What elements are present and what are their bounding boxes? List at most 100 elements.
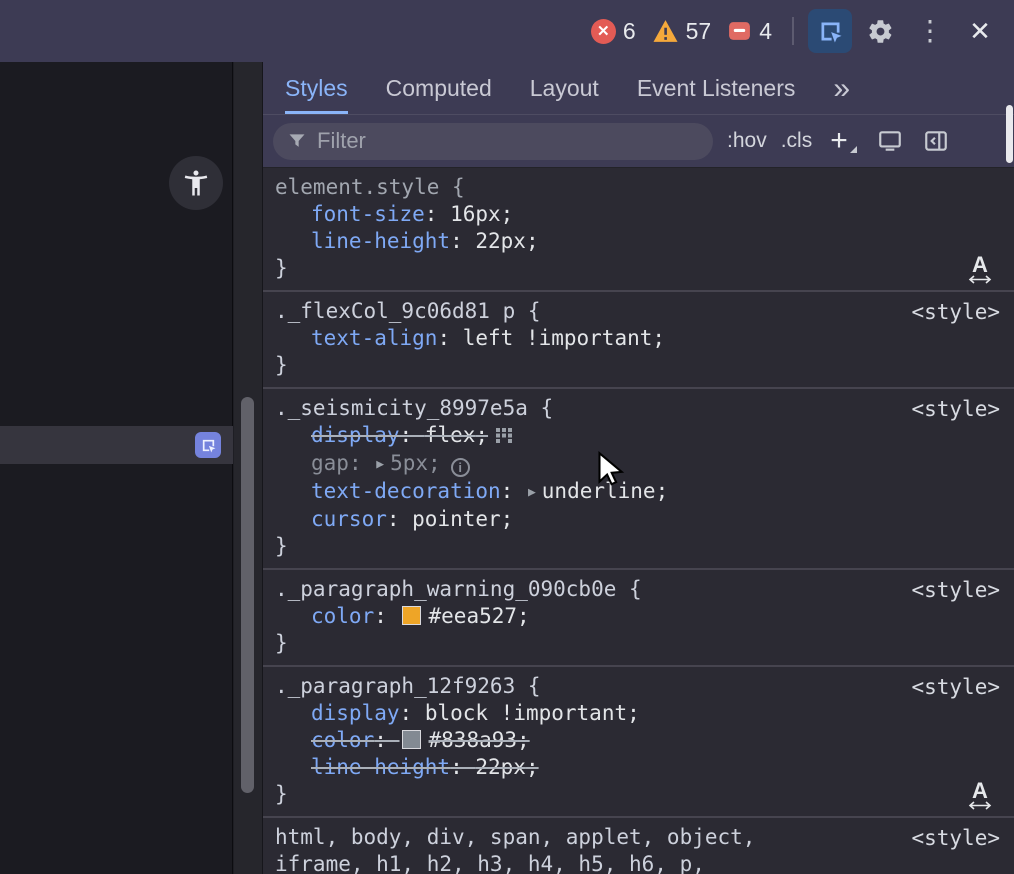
css-rules-list: element.style { font-size: 16px; line-he… [263, 168, 1014, 874]
rule-selector[interactable]: iframe, h1, h2, h3, h4, h5, h6, p, [275, 851, 1002, 874]
css-declaration[interactable]: font-size: 16px; [275, 201, 1002, 228]
css-declaration[interactable]: text-align: left !important; [275, 325, 1002, 352]
rule-source-link[interactable]: <style> [911, 299, 1000, 326]
font-editor-button[interactable]: A [968, 255, 992, 284]
accessibility-icon [181, 168, 211, 198]
inspect-element-button[interactable] [808, 9, 852, 53]
css-declaration[interactable]: color: #eea527; [275, 603, 1002, 630]
font-editor-icon: A [972, 255, 988, 275]
property-value: block !important [425, 701, 627, 725]
rendering-emulation-button[interactable] [877, 128, 903, 154]
sidebar-toggle-button[interactable] [923, 128, 949, 154]
closing-brace: } [275, 352, 1002, 379]
font-editor-button[interactable]: A [968, 781, 992, 810]
property-value: flex [425, 423, 476, 447]
property-value: 5px [390, 451, 428, 475]
toggle-element-state-button[interactable]: :hov [727, 129, 767, 153]
style-rule-seismicity: ._seismicity_8997e5a { <style> display: … [263, 389, 1014, 570]
more-tabs-chevron-icon[interactable]: » [833, 62, 850, 114]
rule-selector[interactable]: element.style { [275, 174, 1002, 201]
plus-icon: + [830, 126, 848, 156]
filter-box[interactable] [273, 123, 713, 160]
property-name: color [311, 728, 374, 752]
sidebar-tabbar: Styles Computed Layout Event Listeners » [263, 62, 1014, 114]
property-value: #838a93 [429, 728, 518, 752]
styles-pane: Styles Computed Layout Event Listeners »… [262, 62, 1014, 874]
rule-source-link[interactable]: <style> [911, 396, 1000, 423]
color-swatch[interactable] [402, 606, 421, 625]
property-value: left !important [463, 326, 653, 350]
warning-count: 57 [686, 18, 712, 45]
highlighted-element-row[interactable] [0, 426, 233, 464]
new-style-rule-button[interactable]: + [830, 126, 857, 156]
property-name: gap [311, 451, 349, 475]
expand-arrow-icon[interactable]: ▶ [376, 457, 384, 472]
css-declaration[interactable]: display: block !important; [275, 700, 1002, 727]
property-name: font-size [311, 202, 425, 226]
css-declaration-overridden[interactable]: display: flex; [275, 422, 1002, 450]
element-classes-button[interactable]: .cls [781, 129, 813, 153]
settings-button[interactable] [858, 9, 902, 53]
tab-event-listeners[interactable]: Event Listeners [637, 62, 796, 114]
color-swatch[interactable] [402, 730, 421, 749]
inspect-element-icon [817, 18, 844, 45]
font-editor-icon: A [972, 781, 988, 801]
styles-scrollbar-thumb[interactable] [1006, 105, 1013, 163]
issues-badge[interactable]: 4 [727, 18, 772, 45]
warning-badge[interactable]: 57 [652, 18, 712, 45]
property-value: pointer [412, 507, 501, 531]
style-rule-element-style: element.style { font-size: 16px; line-he… [263, 168, 1014, 292]
css-declaration[interactable]: cursor: pointer; [275, 506, 1002, 533]
flex-editor-icon[interactable] [496, 424, 516, 448]
property-name: cursor [311, 507, 387, 531]
rule-selector[interactable]: ._seismicity_8997e5a { [275, 395, 1002, 422]
css-declaration[interactable]: text-decoration: ▶underline; [275, 478, 1002, 506]
closing-brace: } [275, 781, 1002, 808]
more-menu-button[interactable]: ⋮ [908, 9, 952, 53]
rule-selector[interactable]: ._paragraph_12f9263 { [275, 673, 1002, 700]
tab-layout[interactable]: Layout [530, 62, 599, 114]
warning-icon [652, 19, 679, 43]
close-icon: ✕ [969, 16, 991, 47]
property-name: display [311, 423, 400, 447]
css-declaration-inactive[interactable]: gap: ▶5px;i [275, 450, 1002, 478]
rule-selector[interactable]: html, body, div, span, applet, object, [275, 824, 1002, 851]
property-name: text-align [311, 326, 437, 350]
property-name: line-height [311, 229, 450, 253]
filter-input[interactable] [317, 128, 699, 154]
new-rule-options-icon [850, 146, 857, 153]
css-declaration-overridden[interactable]: line-height: 22px; [275, 754, 1002, 781]
tab-styles[interactable]: Styles [285, 62, 348, 114]
rule-source-link[interactable]: <style> [911, 674, 1000, 701]
property-name: line-height [311, 755, 450, 779]
css-declaration-overridden[interactable]: color: #838a93; [275, 727, 1002, 754]
css-declaration[interactable]: line-height: 22px; [275, 228, 1002, 255]
rule-source-link[interactable]: <style> [911, 577, 1000, 604]
property-value: 22px [475, 229, 526, 253]
rule-selector[interactable]: ._flexCol_9c06d81 p { [275, 298, 1002, 325]
inspected-page [0, 62, 233, 874]
page-scrollbar[interactable] [234, 62, 262, 874]
element-inspect-badge[interactable] [195, 432, 221, 458]
error-icon: ✕ [591, 19, 616, 44]
style-rule-paragraph-warning: ._paragraph_warning_090cb0e { <style> co… [263, 570, 1014, 667]
accessibility-button[interactable] [169, 156, 223, 210]
info-icon[interactable]: i [451, 458, 470, 477]
devtools-toolbar: ✕ 6 57 4 [0, 0, 1014, 62]
element-inspect-badge-icon [200, 437, 217, 454]
styles-toolbar: :hov .cls + [263, 114, 1014, 168]
property-value: 22px [475, 755, 526, 779]
kebab-menu-icon: ⋮ [916, 17, 944, 45]
rule-selector[interactable]: ._paragraph_warning_090cb0e { [275, 576, 1002, 603]
tab-computed[interactable]: Computed [386, 62, 492, 114]
error-badge[interactable]: ✕ 6 [591, 18, 636, 45]
style-rule-reset: html, body, div, span, applet, object, <… [263, 818, 1014, 874]
closing-brace: } [275, 255, 1002, 282]
expand-arrow-icon[interactable]: ▶ [528, 485, 536, 500]
rule-source-link[interactable]: <style> [911, 825, 1000, 852]
close-devtools-button[interactable]: ✕ [958, 9, 1002, 53]
toolbar-divider [792, 17, 794, 45]
page-scrollbar-thumb[interactable] [241, 397, 254, 793]
filter-funnel-icon [287, 131, 307, 151]
property-name: display [311, 701, 400, 725]
